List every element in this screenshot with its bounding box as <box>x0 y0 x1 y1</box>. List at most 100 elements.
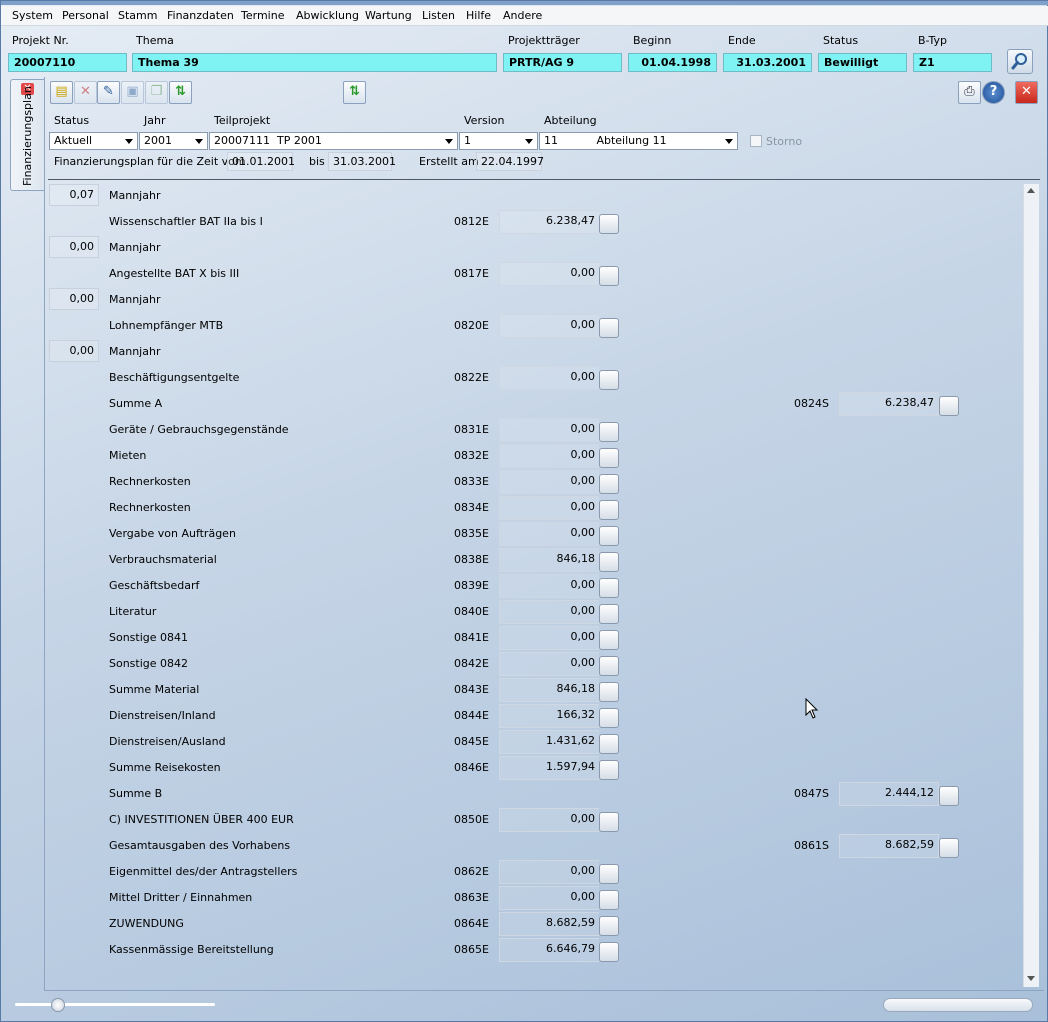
amount-field[interactable]: 0,00 <box>499 808 599 832</box>
refresh-button[interactable]: ⇅ <box>169 81 192 104</box>
amount-field[interactable]: 846,18 <box>499 678 599 702</box>
detail-button[interactable] <box>599 604 619 624</box>
scroll-down-icon[interactable] <box>1027 976 1035 981</box>
amount-field[interactable]: 0,00 <box>499 522 599 546</box>
detail-button[interactable] <box>599 942 619 962</box>
amount-field[interactable]: 1.431,62 <box>499 730 599 754</box>
sum-field[interactable]: 6.238,47 <box>839 392 939 416</box>
amount-field[interactable]: 0,00 <box>499 574 599 598</box>
amount-field[interactable]: 0,00 <box>499 626 599 650</box>
row-code: 0820E <box>454 319 489 332</box>
horizontal-scrollbar[interactable] <box>883 998 1033 1012</box>
detail-button[interactable] <box>599 500 619 520</box>
amount-field[interactable]: 0,00 <box>499 860 599 884</box>
search-button[interactable] <box>1007 49 1033 74</box>
amount-field[interactable]: 1.597,94 <box>499 756 599 780</box>
cost-row: Rechnerkosten 0833E 0,00 <box>47 470 1022 496</box>
edit-button[interactable]: ✎ <box>97 81 120 104</box>
menu-hilfe[interactable]: Hilfe <box>466 9 491 22</box>
detail-button[interactable] <box>599 474 619 494</box>
amount-field[interactable]: 846,18 <box>499 548 599 572</box>
zoom-slider-track[interactable] <box>15 1003 215 1006</box>
status-select[interactable]: Aktuell <box>49 132 138 150</box>
amount-field[interactable]: 0,00 <box>499 600 599 624</box>
reload-button[interactable]: ⇅ <box>343 81 366 104</box>
menu-termine[interactable]: Termine <box>241 9 284 22</box>
version-select[interactable]: 1 <box>459 132 538 150</box>
detail-button[interactable] <box>599 552 619 572</box>
detail-button[interactable] <box>599 526 619 546</box>
detail-button[interactable] <box>599 448 619 468</box>
amount-field[interactable]: 166,32 <box>499 704 599 728</box>
detail-button[interactable] <box>599 318 619 338</box>
mannjahr-field[interactable]: 0,00 <box>49 340 99 362</box>
menu-andere[interactable]: Andere <box>503 9 542 22</box>
menu-wartung[interactable]: Wartung <box>365 9 412 22</box>
abteilung-select[interactable]: 11 Abteilung 11 <box>539 132 738 150</box>
detail-button[interactable] <box>599 682 619 702</box>
detail-button[interactable] <box>599 370 619 390</box>
amount-field[interactable]: 0,00 <box>499 418 599 442</box>
row-label: ZUWENDUNG <box>109 917 184 930</box>
menu-stamm[interactable]: Stamm <box>118 9 157 22</box>
sum-field[interactable]: 2.444,12 <box>839 782 939 806</box>
zoom-slider-thumb[interactable] <box>51 998 65 1012</box>
amount-field[interactable]: 8.682,59 <box>499 912 599 936</box>
menu-personal[interactable]: Personal <box>62 9 109 22</box>
detail-button[interactable] <box>599 266 619 286</box>
mannjahr-field[interactable]: 0,00 <box>49 288 99 310</box>
btyp-field[interactable]: Z1 <box>913 53 992 72</box>
detail-button[interactable] <box>599 916 619 936</box>
menu-finanzdaten[interactable]: Finanzdaten <box>167 9 234 22</box>
amount-field[interactable]: 6.646,79 <box>499 938 599 962</box>
detail-button[interactable] <box>599 890 619 910</box>
mannjahr-field[interactable]: 0,00 <box>49 236 99 258</box>
detail-button[interactable] <box>599 656 619 676</box>
projekttraeger-field[interactable]: PRTR/AG 9 <box>503 53 622 72</box>
detail-button[interactable] <box>599 422 619 442</box>
help-button[interactable]: ? <box>982 81 1005 104</box>
detail-button[interactable] <box>599 864 619 884</box>
detail-button[interactable] <box>599 734 619 754</box>
amount-field[interactable]: 0,00 <box>499 886 599 910</box>
amount-field[interactable]: 0,00 <box>499 444 599 468</box>
detail-button[interactable] <box>599 578 619 598</box>
status-field[interactable]: Bewilligt <box>818 53 907 72</box>
sum-field[interactable]: 8.682,59 <box>839 834 939 858</box>
tab-finanzierungsplan[interactable]: ✕ Finanzierungsplan <box>10 79 44 191</box>
detail-button[interactable] <box>599 630 619 650</box>
new-record-button[interactable]: ▤ <box>50 81 73 104</box>
print-button[interactable]: ⎙ <box>958 81 981 104</box>
detail-button[interactable] <box>599 708 619 728</box>
vertical-scrollbar[interactable] <box>1023 184 1039 987</box>
menu-abwicklung[interactable]: Abwicklung <box>296 9 359 22</box>
save-button[interactable]: ▣ <box>121 81 144 104</box>
amount-field[interactable]: 0,00 <box>499 652 599 676</box>
thema-field[interactable]: Thema 39 <box>132 53 497 72</box>
detail-button[interactable] <box>599 214 619 234</box>
amount-field[interactable]: 0,00 <box>499 366 599 390</box>
storno-checkbox[interactable] <box>750 135 762 147</box>
scroll-up-icon[interactable] <box>1027 188 1035 193</box>
detail-button[interactable] <box>939 786 959 806</box>
copy-button[interactable]: ❐ <box>145 81 168 104</box>
detail-button[interactable] <box>939 838 959 858</box>
amount-field[interactable]: 0,00 <box>499 262 599 286</box>
teilprojekt-select[interactable]: 20007111 TP 2001 <box>209 132 458 150</box>
amount-field[interactable]: 0,00 <box>499 314 599 338</box>
delete-button[interactable]: ✕ <box>74 81 97 104</box>
detail-button[interactable] <box>599 760 619 780</box>
detail-button[interactable] <box>599 812 619 832</box>
beginn-field[interactable]: 01.04.1998 <box>628 53 717 72</box>
ende-field[interactable]: 31.03.2001 <box>723 53 812 72</box>
amount-field[interactable]: 0,00 <box>499 470 599 494</box>
amount-field[interactable]: 0,00 <box>499 496 599 520</box>
jahr-select[interactable]: 2001 <box>139 132 208 150</box>
mannjahr-field[interactable]: 0,07 <box>49 184 99 206</box>
projekt-nr-field[interactable]: 20007110 <box>8 53 127 72</box>
close-button[interactable]: ✕ <box>1015 81 1038 104</box>
amount-field[interactable]: 6.238,47 <box>499 210 599 234</box>
detail-button[interactable] <box>939 396 959 416</box>
menu-system[interactable]: System <box>12 9 53 22</box>
menu-listen[interactable]: Listen <box>422 9 455 22</box>
